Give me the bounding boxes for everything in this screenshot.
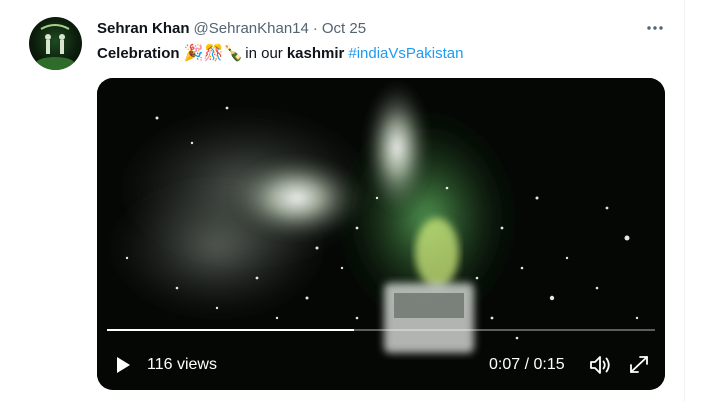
video-frame — [97, 78, 665, 390]
author-handle[interactable]: @SehranKhan14 — [194, 20, 309, 37]
author-name[interactable]: Sehran Khan — [97, 20, 190, 37]
video-player[interactable]: 116 views 0:07 / 0:15 — [97, 78, 665, 390]
video-time: 0:07 / 0:15 — [489, 356, 565, 373]
fullscreen-icon — [630, 356, 648, 373]
celebration-emojis: 🎉🎊🍾 — [183, 45, 244, 62]
tweet-text-celebration: Celebration — [97, 44, 180, 62]
tweet-date[interactable]: Oct 25 — [322, 20, 366, 37]
tweet-text: Celebration 🎉🎊🍾 in our kashmir #indiaVsP… — [97, 42, 463, 64]
avatar[interactable] — [29, 17, 82, 70]
fullscreen-button[interactable] — [627, 354, 651, 376]
more-options-button[interactable] — [642, 18, 668, 38]
tweet-text-kashmir: kashmir — [286, 44, 345, 62]
volume-icon — [590, 356, 610, 374]
play-icon — [117, 357, 130, 373]
more-horizontal-icon — [647, 26, 663, 30]
video-controls: 116 views 0:07 / 0:15 — [97, 348, 665, 382]
separator: · — [312, 19, 318, 37]
tweet-text-in-our: in our — [245, 44, 283, 62]
play-button[interactable] — [113, 355, 133, 375]
view-count: 116 views — [147, 356, 217, 373]
video-progress-fill — [107, 329, 354, 331]
hashtag-link[interactable]: #indiaVsPakistan — [348, 45, 463, 62]
video-progress-bar[interactable] — [107, 329, 655, 331]
tweet-header: Sehran Khan @SehranKhan14 · Oct 25 — [97, 18, 366, 38]
volume-button[interactable] — [588, 354, 612, 376]
tweet-card[interactable]: Sehran Khan @SehranKhan14 · Oct 25 Celeb… — [0, 0, 685, 402]
